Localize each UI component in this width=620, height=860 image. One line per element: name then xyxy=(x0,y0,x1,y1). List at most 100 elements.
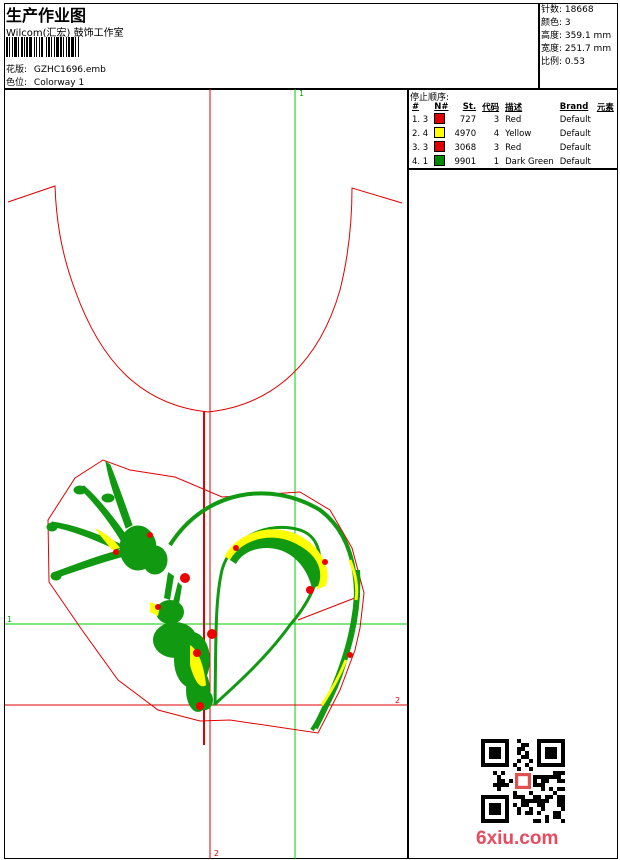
qr-module xyxy=(525,751,529,755)
row-element xyxy=(594,127,617,141)
color-swatch xyxy=(434,113,446,124)
qr-module xyxy=(501,771,505,775)
qr-module xyxy=(545,795,549,799)
qr-module xyxy=(561,787,565,791)
qr-module xyxy=(545,819,549,823)
qr-module xyxy=(557,771,561,775)
watermark-logo: 6xiu.com xyxy=(476,828,559,849)
embroidery-dot-red xyxy=(233,545,239,551)
qr-module xyxy=(497,787,501,791)
row-swatch xyxy=(431,141,451,155)
embroidery-dot-red xyxy=(180,573,190,583)
qr-module xyxy=(533,819,537,823)
qr-module xyxy=(541,799,545,803)
row-description: Yellow xyxy=(505,129,532,139)
qr-module xyxy=(553,771,557,775)
qr-module xyxy=(545,779,549,783)
table-row: 2. 4 4970 4 Yellow Default xyxy=(409,127,617,141)
qr-module xyxy=(557,815,561,819)
qr-module xyxy=(533,779,537,783)
grid-label-bottom: 2 xyxy=(214,849,219,858)
design-file-row: 花版: GZHC1696.emb xyxy=(6,62,106,75)
qr-module xyxy=(497,779,501,783)
stat-height: 高度: 359.1 mm xyxy=(541,31,612,41)
row-brand: Default xyxy=(559,143,591,153)
col-index: # xyxy=(412,102,420,112)
qr-module xyxy=(545,775,549,779)
color-swatch xyxy=(434,155,446,166)
col-needle: N# xyxy=(434,102,449,112)
row-description: Red xyxy=(505,143,522,153)
col-description: 描述 xyxy=(505,103,523,113)
qr-module xyxy=(533,799,537,803)
row-code: 1 xyxy=(493,157,500,167)
row-element xyxy=(594,155,617,169)
qr-module xyxy=(501,783,505,787)
qr-module xyxy=(537,783,541,787)
row-description: Red xyxy=(505,115,522,125)
qr-module xyxy=(517,759,521,763)
col-code: 代码 xyxy=(482,103,500,113)
qr-module xyxy=(545,815,549,819)
qr-module xyxy=(557,803,561,807)
qr-module xyxy=(549,795,553,799)
qr-module xyxy=(529,759,533,763)
embroidery-dot-red xyxy=(306,586,314,594)
qr-module xyxy=(553,815,557,819)
qr-module xyxy=(529,791,533,795)
embroidery-dot-red xyxy=(155,604,161,610)
row-code: 3 xyxy=(493,115,500,125)
qr-module xyxy=(525,811,529,815)
qr-module xyxy=(525,803,529,807)
qr-module xyxy=(517,747,521,751)
qr-module xyxy=(537,775,541,779)
qr-module xyxy=(489,747,501,759)
qr-module xyxy=(557,795,561,799)
qr-module xyxy=(517,751,521,755)
qr-module xyxy=(561,779,565,783)
colorway-row: 色位: Colorway 1 xyxy=(6,75,84,88)
table-row: 3. 3 3068 3 Red Default xyxy=(409,141,617,155)
embroidery-dot-red xyxy=(207,629,217,639)
row-code: 3 xyxy=(493,143,500,153)
col-brand: Brand xyxy=(559,102,589,112)
qr-module xyxy=(509,779,513,783)
row-brand: Default xyxy=(559,157,591,167)
qr-module xyxy=(561,803,565,807)
qr-module xyxy=(513,803,517,807)
grid-label-top: 1 xyxy=(299,89,304,98)
row-swatch xyxy=(431,127,451,141)
row-swatch xyxy=(431,113,451,127)
qr-module xyxy=(517,739,521,743)
qr-module xyxy=(553,791,557,795)
qr-module xyxy=(513,763,517,767)
qr-module xyxy=(561,807,565,811)
row-brand: Default xyxy=(559,115,591,125)
row-stitches: 9901 xyxy=(454,157,477,167)
row-stitches: 4970 xyxy=(454,129,477,139)
qr-module xyxy=(537,795,541,799)
qr-module xyxy=(549,787,553,791)
qr-module xyxy=(533,775,537,779)
header-stats-divider xyxy=(538,3,540,89)
qr-module xyxy=(561,819,565,823)
embroidery-dot-red xyxy=(347,652,353,658)
qr-module xyxy=(537,803,541,807)
qr-module xyxy=(533,783,537,787)
row-index: 3. 3 xyxy=(412,143,429,153)
qr-module xyxy=(541,775,545,779)
qr-module xyxy=(545,747,557,759)
embroidery-dot-red xyxy=(147,532,153,538)
qr-module xyxy=(521,795,525,799)
qr-module xyxy=(529,811,533,815)
qr-module xyxy=(501,779,505,783)
qr-module xyxy=(517,807,521,811)
qr-module xyxy=(541,803,545,807)
embroidery-dot-red xyxy=(196,702,204,710)
qr-module xyxy=(513,791,517,795)
qr-module xyxy=(557,775,561,779)
qr-module xyxy=(557,787,561,791)
row-code: 4 xyxy=(493,129,500,139)
qr-module xyxy=(541,783,545,787)
colorway-label: 色位: xyxy=(6,78,28,88)
